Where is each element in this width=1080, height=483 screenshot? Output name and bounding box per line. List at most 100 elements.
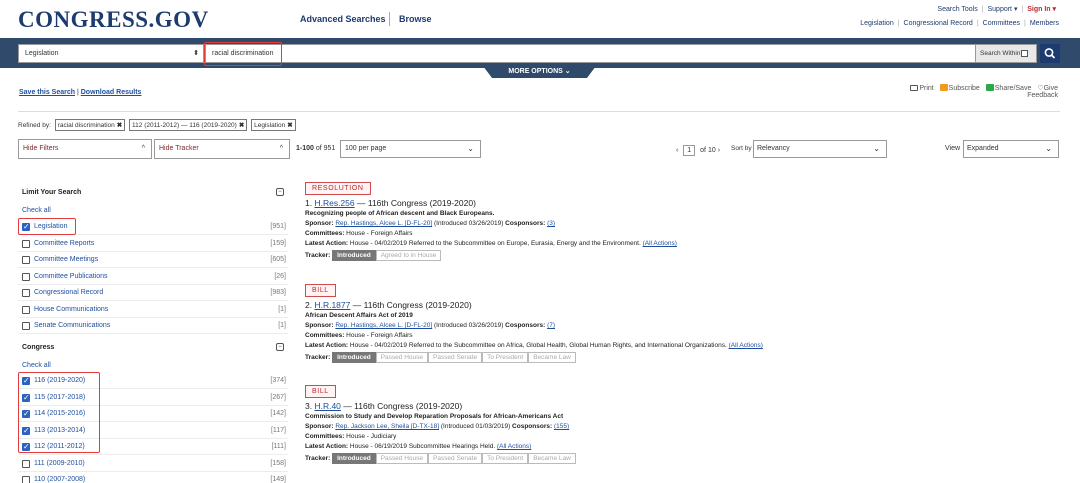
chevron-up-icon: ^ xyxy=(279,145,283,152)
latest-action-label: Latest Action: xyxy=(305,240,349,247)
latest-action-value: House - 04/02/2019 Referred to the Subco… xyxy=(348,240,643,247)
result-id-link[interactable]: H.R.1877 xyxy=(314,300,350,310)
collection-select[interactable]: Legislation ⬍ xyxy=(18,44,204,63)
congressional-record-link[interactable]: Congressional Record xyxy=(904,20,973,27)
filter-item[interactable]: Congressional Record [983] xyxy=(18,285,288,301)
result-description: Recognizing people of African descent an… xyxy=(305,210,495,217)
result-id-link[interactable]: H.Res.256 xyxy=(314,198,354,208)
filter-checkbox[interactable] xyxy=(22,272,30,281)
result-id-link[interactable]: H.R.40 xyxy=(314,401,340,411)
feedback-link[interactable]: Feedback xyxy=(1027,92,1058,99)
remove-icon[interactable]: ✖ xyxy=(117,122,122,129)
cosponsors-link[interactable]: (7) xyxy=(547,322,555,329)
more-options-button[interactable]: MORE OPTIONS ⌄ xyxy=(483,66,596,78)
prev-page-icon[interactable]: ‹ xyxy=(676,147,678,154)
filter-label[interactable]: Congressional Record xyxy=(34,289,103,296)
give-link[interactable]: Give xyxy=(1044,85,1058,92)
filter-label[interactable]: 111 (2009-2010) xyxy=(34,460,85,467)
search-within-toggle[interactable]: Search Within xyxy=(975,44,1037,63)
filter-item[interactable]: Committee Reports [159] xyxy=(18,236,288,252)
site-logo[interactable]: CONGRESS.GOV xyxy=(18,7,209,33)
support-menu[interactable]: Support ▾ xyxy=(987,6,1017,13)
filter-count: [605] xyxy=(270,256,286,263)
browse-link[interactable]: Browse xyxy=(399,14,432,24)
filter-checkbox[interactable] xyxy=(22,256,30,264)
filter-item[interactable]: 110 (2007-2008) [149] xyxy=(18,472,288,483)
sign-in-menu[interactable]: Sign In ▾ xyxy=(1027,6,1056,13)
hide-tracker-label: Hide Tracker xyxy=(159,145,199,152)
filter-label[interactable]: Committee Reports xyxy=(34,240,94,247)
filter-checkbox[interactable] xyxy=(22,289,30,297)
filter-checkbox[interactable] xyxy=(22,305,30,314)
link-divider: | xyxy=(976,20,979,27)
sponsor-link[interactable]: Rep. Hastings, Alcee L. [D-FL-20] xyxy=(335,220,432,227)
share-link[interactable]: Share/Save xyxy=(995,85,1032,92)
cosponsors-link[interactable]: (3) xyxy=(547,220,555,227)
print-link[interactable]: Print xyxy=(919,85,933,92)
filter-checkbox[interactable] xyxy=(22,322,30,330)
filter-label[interactable]: Committee Meetings xyxy=(34,256,98,263)
filter-checkbox[interactable] xyxy=(22,459,30,468)
share-tools: Print Subscribe Share/Save ♡Give Feedbac… xyxy=(910,84,1058,99)
download-results-link[interactable]: Download Results xyxy=(81,89,142,96)
refine-chip[interactable]: 112 (2011-2012) — 116 (2019-2020) ✖ xyxy=(129,119,248,131)
search-input[interactable]: racial discrimination xyxy=(205,44,1037,63)
remove-icon[interactable]: ✖ xyxy=(287,122,292,129)
filter-label[interactable]: 110 (2007-2008) xyxy=(34,476,85,483)
sort-select[interactable]: Relevancy ⌄ xyxy=(753,140,887,158)
result-title: 2. H.R.1877 — 116th Congress (2019-2020) xyxy=(305,300,1065,310)
results-count: 1-100 of 951 xyxy=(296,145,335,152)
sponsor-link[interactable]: Rep. Jackson Lee, Sheila [D-TX-18] xyxy=(335,423,439,430)
all-actions-link[interactable]: (All Actions) xyxy=(643,240,677,247)
filter-label[interactable]: Committee Publications xyxy=(34,273,108,280)
collapse-icon[interactable]: − xyxy=(276,188,284,196)
collapse-icon[interactable]: − xyxy=(276,343,284,351)
committees-line: Committees: House - Judiciary xyxy=(305,433,1065,440)
filter-count: [983] xyxy=(270,289,286,296)
subscribe-link[interactable]: Subscribe xyxy=(949,85,980,92)
tracker-step: Became Law xyxy=(528,352,576,363)
filter-count: [1] xyxy=(278,305,286,313)
filter-checkbox[interactable] xyxy=(22,476,30,483)
filter-label[interactable]: House Communications xyxy=(34,306,108,313)
introduced-text: (Introduced 03/26/2019) xyxy=(432,220,506,227)
refined-label: Refined by: xyxy=(18,122,51,129)
hide-tracker-button[interactable]: Hide Tracker ^ xyxy=(154,139,290,159)
header-tools: Search Tools | Support ▾ | Sign In ▾ xyxy=(935,5,1056,13)
hide-filters-label: Hide Filters xyxy=(23,145,59,152)
filter-count: [26] xyxy=(274,272,286,280)
cosponsors-link[interactable]: (155) xyxy=(554,423,569,430)
hide-filters-button[interactable]: Hide Filters ^ xyxy=(18,139,152,159)
limit-search-title: Limit Your Search xyxy=(22,189,82,196)
search-tools-link[interactable]: Search Tools xyxy=(937,6,977,13)
per-page-select[interactable]: 100 per page ⌄ xyxy=(340,140,481,158)
search-within-checkbox[interactable] xyxy=(1021,50,1029,57)
view-select[interactable]: Expanded ⌄ xyxy=(963,140,1059,158)
result-type-badge: BILL xyxy=(305,284,336,297)
all-actions-link[interactable]: (All Actions) xyxy=(497,443,531,450)
check-all-link[interactable]: Check all xyxy=(22,207,51,214)
sponsor-link[interactable]: Rep. Hastings, Alcee L. [D-FL-20] xyxy=(335,322,432,329)
filter-item[interactable]: Committee Meetings [605] xyxy=(18,252,288,268)
members-link[interactable]: Members xyxy=(1030,20,1059,27)
refine-chip[interactable]: Legislation ✖ xyxy=(251,119,296,131)
committees-link[interactable]: Committees xyxy=(983,20,1020,27)
page-input[interactable]: 1 xyxy=(683,145,696,156)
save-search-link[interactable]: Save this Search xyxy=(19,89,75,96)
filter-item[interactable]: Senate Communications [1] xyxy=(18,318,288,334)
filter-item[interactable]: House Communications [1] xyxy=(18,302,288,318)
congress-check-all-link[interactable]: Check all xyxy=(22,362,51,369)
advanced-searches-link[interactable]: Advanced Searches xyxy=(300,14,386,24)
search-button[interactable] xyxy=(1040,44,1060,63)
next-page-icon[interactable]: › xyxy=(718,147,720,154)
filter-item[interactable]: 111 (2009-2010) [158] xyxy=(18,456,288,472)
filter-item[interactable]: Committee Publications [26] xyxy=(18,269,288,285)
filter-label[interactable]: Senate Communications xyxy=(34,322,110,329)
refine-chip[interactable]: racial discrimination ✖ xyxy=(54,119,126,131)
chip-label: 112 (2011-2012) — 116 (2019-2020) xyxy=(132,122,237,129)
all-actions-link[interactable]: (All Actions) xyxy=(729,342,763,349)
result-item: RESOLUTION 1. H.Res.256 — 116th Congress … xyxy=(305,182,1065,261)
remove-icon[interactable]: ✖ xyxy=(239,122,244,129)
legislation-link[interactable]: Legislation xyxy=(860,20,893,27)
filter-checkbox[interactable] xyxy=(22,239,30,248)
